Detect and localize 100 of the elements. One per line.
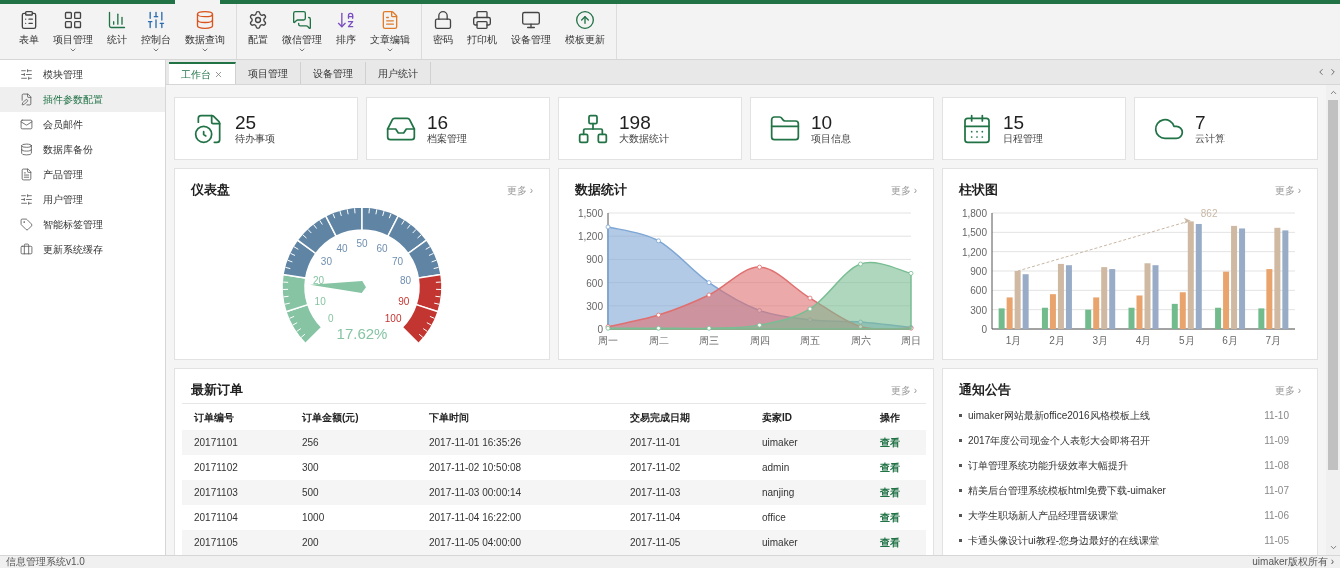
- sidebar-item[interactable]: 产品管理: [0, 162, 165, 187]
- table-cell-text: 20171103: [194, 486, 239, 500]
- stat-value: 25: [235, 112, 258, 133]
- sidebar-item[interactable]: 更新系统缓存: [0, 237, 165, 262]
- chat-bubbles-icon: [292, 10, 312, 30]
- sidebar-item[interactable]: 智能标签管理: [0, 212, 165, 237]
- stat-label: 云计算: [1195, 132, 1225, 145]
- settings-icon: [248, 10, 268, 30]
- axis-tick-label: 5月: [1179, 335, 1195, 346]
- stat-label: 档案管理: [427, 132, 467, 145]
- stat-value: 7: [1195, 112, 1207, 133]
- notice-date: 11-06: [1264, 509, 1290, 523]
- axis-tick-label: 300: [586, 300, 603, 312]
- file-edit-icon: [20, 93, 33, 106]
- notice-link[interactable]: uimaker网站最新office2016风格模板上线: [968, 408, 1265, 423]
- gauge-tick-label: 30: [320, 256, 332, 268]
- table-cell-text: uimaker: [762, 436, 799, 450]
- scrollbar[interactable]: [1326, 85, 1340, 555]
- axis-tick-label: 周三: [699, 335, 719, 346]
- axis-tick-label: 1,800: [961, 208, 987, 219]
- table-cell-text: 2017-11-02: [630, 461, 682, 475]
- toolbar-button[interactable]: 排序: [329, 4, 363, 59]
- toolbar-button[interactable]: 控制台: [134, 4, 178, 59]
- toolbar-button[interactable]: 打印机: [460, 4, 504, 59]
- toolbar-button[interactable]: 表单: [12, 4, 46, 59]
- gauge-tick-label: 100: [384, 313, 402, 325]
- toolbar-button[interactable]: 项目管理: [46, 4, 100, 59]
- table-cell-text: 256: [302, 436, 320, 450]
- app-version: 信息管理系统v1.0: [6, 556, 85, 568]
- stat-label: 大数据统计: [619, 132, 669, 145]
- bullet-icon: [959, 464, 962, 467]
- panel-title: 柱状图: [959, 181, 998, 200]
- scroll-up-icon[interactable]: [1328, 88, 1338, 97]
- gauge-tick-label: 40: [336, 242, 348, 254]
- toolbar-button[interactable]: 文章编辑: [363, 4, 417, 59]
- tab[interactable]: 项目管理: [236, 62, 301, 84]
- sidebar-item[interactable]: 模块管理: [0, 62, 165, 87]
- bullet-icon: [959, 489, 962, 492]
- notice-link[interactable]: 卡通头像设计ui教程-您身边最好的在线课堂: [968, 533, 1265, 548]
- table-cell-text: 2017-11-02 10:50:08: [429, 461, 523, 475]
- column-header: 订单金额(元): [302, 410, 360, 425]
- gauge-tick-label: 60: [376, 242, 388, 254]
- notice-date: 11-07: [1264, 484, 1290, 498]
- annotation-label: 862: [1200, 207, 1218, 219]
- notice-link[interactable]: 精美后台管理系统模板html免费下载-uimaker: [968, 483, 1265, 498]
- database-icon: [195, 10, 215, 30]
- table-cell-text: 1000: [302, 511, 326, 525]
- view-link[interactable]: 查看: [880, 435, 914, 450]
- axis-tick-label: 周五: [800, 335, 820, 346]
- table-cell-text: 20171102: [194, 461, 239, 475]
- view-link[interactable]: 查看: [880, 460, 914, 475]
- panel-title: 通知公告: [959, 381, 1011, 400]
- toolbar-button[interactable]: 配置: [241, 4, 275, 59]
- column-header: 交易完成日期: [630, 410, 691, 425]
- copyright-link[interactable]: uimaker版权所有 ›: [1252, 556, 1334, 568]
- bullet-icon: [959, 439, 962, 442]
- stat-value: 10: [811, 112, 834, 133]
- notice-link[interactable]: 订单管理系统功能升级效率大幅提升: [968, 458, 1265, 473]
- axis-tick-label: 900: [970, 266, 987, 277]
- view-link[interactable]: 查看: [880, 485, 914, 500]
- toolbar-button[interactable]: 统计: [100, 4, 134, 59]
- close-icon[interactable]: [214, 69, 223, 79]
- calendar-icon: [961, 112, 993, 145]
- panel-title: 数据统计: [575, 181, 627, 200]
- toolbar-button[interactable]: 设备管理: [504, 4, 558, 59]
- toolbar-button[interactable]: 模板更新: [558, 4, 612, 59]
- notice-date: 11-08: [1264, 459, 1290, 473]
- table-cell-text: 2017-11-01 16:35:26: [429, 436, 523, 450]
- axis-tick-label: 3月: [1092, 335, 1108, 346]
- table-cell-text: 2017-11-04: [630, 511, 682, 525]
- gauge-tick-label: 90: [398, 295, 410, 307]
- sidebar-item[interactable]: 会员邮件: [0, 112, 165, 137]
- toolbar-button[interactable]: 密码: [426, 4, 460, 59]
- view-link[interactable]: 查看: [880, 510, 914, 525]
- table-cell-text: 20171105: [194, 536, 239, 550]
- notice-link[interactable]: 大学生职场新人产品经理晋级课堂: [968, 508, 1265, 523]
- toolbar-button[interactable]: 数据查询: [178, 4, 232, 59]
- scroll-right-icon[interactable]: [1328, 67, 1338, 77]
- table-cell-text: admin: [762, 461, 791, 475]
- sort-icon: [336, 10, 356, 30]
- gauge-reading: 17.62%: [336, 325, 388, 342]
- axis-tick-label: 2月: [1049, 335, 1065, 346]
- sidebar-item[interactable]: 用户管理: [0, 187, 165, 212]
- scroll-down-icon[interactable]: [1328, 543, 1338, 552]
- tab[interactable]: 设备管理: [301, 62, 366, 84]
- network-icon: [577, 112, 609, 145]
- notice-link[interactable]: 2017年度公司现金个人表彰大会即将召开: [968, 433, 1265, 448]
- toolbar-button[interactable]: 微信管理: [275, 4, 329, 59]
- tab[interactable]: 工作台: [169, 62, 236, 84]
- tab[interactable]: 用户统计: [366, 62, 431, 84]
- sidebar-item[interactable]: 数据库备份: [0, 137, 165, 162]
- axis-tick-label: 1,200: [577, 231, 603, 243]
- gauge-tick-label: 10: [314, 295, 326, 307]
- scroll-left-icon[interactable]: [1316, 67, 1326, 77]
- view-link[interactable]: 查看: [880, 535, 914, 550]
- scroll-thumb[interactable]: [1328, 100, 1338, 470]
- sidebar-item[interactable]: 插件参数配置: [0, 87, 165, 112]
- gauge-tick-label: 50: [356, 238, 368, 249]
- printer-icon: [472, 10, 492, 30]
- notice-date: 11-05: [1264, 534, 1290, 548]
